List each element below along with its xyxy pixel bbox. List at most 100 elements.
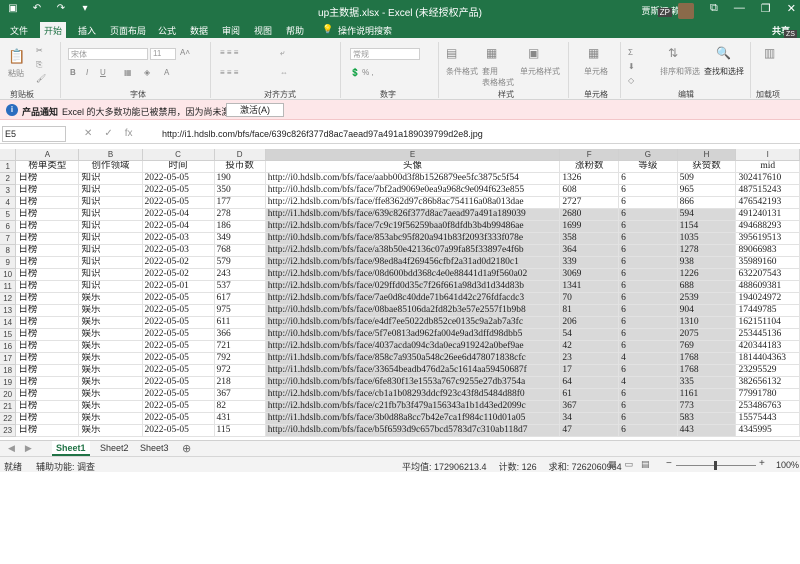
cell[interactable]: http://i0.hdslb.com/bfs/face/e4df7ee5022… <box>265 316 561 329</box>
table-format-button[interactable]: 套用 表格格式 <box>482 66 514 88</box>
column-header[interactable]: B <box>78 149 143 161</box>
cell[interactable]: 721 <box>214 340 266 353</box>
cell[interactable]: 17 <box>559 364 620 377</box>
cell[interactable]: 知识 <box>78 184 143 197</box>
bold-button[interactable]: B <box>70 68 76 77</box>
cell[interactable]: 6 <box>618 328 678 341</box>
row-header[interactable]: 15 <box>0 328 17 341</box>
cell[interactable]: 娱乐 <box>78 400 143 413</box>
cell[interactable]: 6 <box>618 196 678 209</box>
cell[interactable]: 2022-05-05 <box>142 352 215 365</box>
cell[interactable]: 335 <box>677 376 737 389</box>
cell[interactable]: http://i2.hdslb.com/bfs/face/98ed8a4f269… <box>265 256 561 269</box>
cell-style-icon[interactable]: ▣ <box>528 46 539 60</box>
sheet-tab-3[interactable]: Sheet3 <box>136 441 173 456</box>
cell[interactable]: 115 <box>214 424 266 437</box>
cell[interactable]: 54 <box>559 328 620 341</box>
cell[interactable]: 491240131 <box>735 208 800 221</box>
sort-filter-button[interactable]: 排序和筛选 <box>660 66 700 77</box>
cell[interactable]: 2680 <box>559 208 620 221</box>
tab-data[interactable]: 数据 <box>190 24 208 37</box>
cell[interactable]: 日榜 <box>15 292 80 305</box>
add-sheet-icon[interactable]: ⊕ <box>182 442 191 455</box>
cell[interactable]: 364 <box>559 244 620 257</box>
cell[interactable]: 日榜 <box>15 400 80 413</box>
cell[interactable]: 6 <box>618 412 678 425</box>
border-icon[interactable]: ▦ <box>124 68 132 77</box>
cell[interactable]: 获赞数 <box>677 160 737 173</box>
fill-icon[interactable]: ⬇ <box>628 62 635 71</box>
cell[interactable]: 等级 <box>618 160 678 173</box>
cell[interactable]: 日榜 <box>15 376 80 389</box>
cell[interactable]: 娱乐 <box>78 316 143 329</box>
increase-font-icon[interactable]: A˄ <box>180 48 190 57</box>
cell[interactable]: 日榜 <box>15 364 80 377</box>
cell[interactable]: 509 <box>677 172 737 185</box>
cell[interactable]: 日榜 <box>15 352 80 365</box>
cell[interactable]: 知识 <box>78 208 143 221</box>
cell[interactable]: 243 <box>214 268 266 281</box>
cell[interactable]: 6 <box>618 304 678 317</box>
cell[interactable]: 194024972 <box>735 292 800 305</box>
autosum-icon[interactable]: Σ <box>628 48 633 57</box>
cell[interactable]: 2022-05-05 <box>142 376 215 389</box>
row-header[interactable]: 4 <box>0 196 17 209</box>
cell[interactable]: 70 <box>559 292 620 305</box>
cell[interactable]: 476542193 <box>735 196 800 209</box>
cell[interactable]: http://i2.hdslb.com/bfs/face/08d600bdd36… <box>265 268 561 281</box>
tab-page-layout[interactable]: 页面布局 <box>110 24 146 37</box>
insert-function-icon[interactable]: fx <box>125 128 133 139</box>
cell[interactable]: 23 <box>559 352 620 365</box>
row-header[interactable]: 12 <box>0 292 17 305</box>
italic-button[interactable]: I <box>86 68 88 77</box>
cell[interactable]: 366 <box>214 328 266 341</box>
page-layout-view-icon[interactable]: ▭ <box>625 459 634 470</box>
row-header[interactable]: 2 <box>0 172 17 185</box>
font-name-box[interactable]: 宋体 <box>68 48 148 60</box>
cell[interactable]: 日榜 <box>15 196 80 209</box>
cell[interactable]: 6 <box>618 232 678 245</box>
cell[interactable]: 知识 <box>78 256 143 269</box>
cell[interactable]: 6 <box>618 220 678 233</box>
cell[interactable]: http://i0.hdslb.com/bfs/face/aabb00d3f8b… <box>265 172 561 185</box>
cell[interactable]: 350 <box>214 184 266 197</box>
cell[interactable]: 253486763 <box>735 400 800 413</box>
column-header[interactable]: F <box>559 149 620 161</box>
close-button[interactable]: ✕ <box>787 2 796 15</box>
cell[interactable]: 4345995 <box>735 424 800 437</box>
row-header[interactable]: 22 <box>0 412 17 425</box>
cell[interactable]: 975 <box>214 304 266 317</box>
cell[interactable]: 768 <box>214 244 266 257</box>
cell[interactable]: 1035 <box>677 232 737 245</box>
cell[interactable]: 日榜 <box>15 304 80 317</box>
cell[interactable]: 6 <box>618 316 678 329</box>
align-top-icon[interactable]: ≡ ≡ ≡ <box>220 48 238 57</box>
cell[interactable]: 382656132 <box>735 376 800 389</box>
cell[interactable]: 2022-05-02 <box>142 268 215 281</box>
cell[interactable]: 知识 <box>78 244 143 257</box>
row-header[interactable]: 3 <box>0 184 17 197</box>
cell[interactable]: 娱乐 <box>78 352 143 365</box>
name-box[interactable]: E5 <box>2 126 66 142</box>
cell[interactable]: 349 <box>214 232 266 245</box>
paste-button[interactable]: 粘贴 <box>8 68 24 79</box>
cell[interactable]: 186 <box>214 220 266 233</box>
cell[interactable]: 938 <box>677 256 737 269</box>
cell[interactable]: 617 <box>214 292 266 305</box>
cell[interactable]: http://i1.hdslb.com/bfs/face/3b0d88a8cc7… <box>265 412 561 425</box>
cell[interactable]: 娱乐 <box>78 340 143 353</box>
cell[interactable]: 知识 <box>78 196 143 209</box>
cell[interactable]: http://i0.hdslb.com/bfs/face/b5f6593d9c6… <box>265 424 561 437</box>
format-painter-icon[interactable]: 🖌 <box>36 74 46 83</box>
cell[interactable]: 娱乐 <box>78 388 143 401</box>
cell[interactable]: http://i2.hdslb.com/bfs/face/7c9c19f5625… <box>265 220 561 233</box>
cell[interactable]: 2075 <box>677 328 737 341</box>
copy-icon[interactable]: ⎘ <box>36 60 42 70</box>
cell[interactable]: 日榜 <box>15 208 80 221</box>
cell[interactable]: 日榜 <box>15 172 80 185</box>
cell[interactable]: 17449785 <box>735 304 800 317</box>
cell[interactable]: 2022-05-05 <box>142 172 215 185</box>
cell[interactable]: 769 <box>677 340 737 353</box>
row-header[interactable]: 7 <box>0 232 17 245</box>
tell-me-search[interactable]: 操作说明搜索 <box>338 24 392 37</box>
